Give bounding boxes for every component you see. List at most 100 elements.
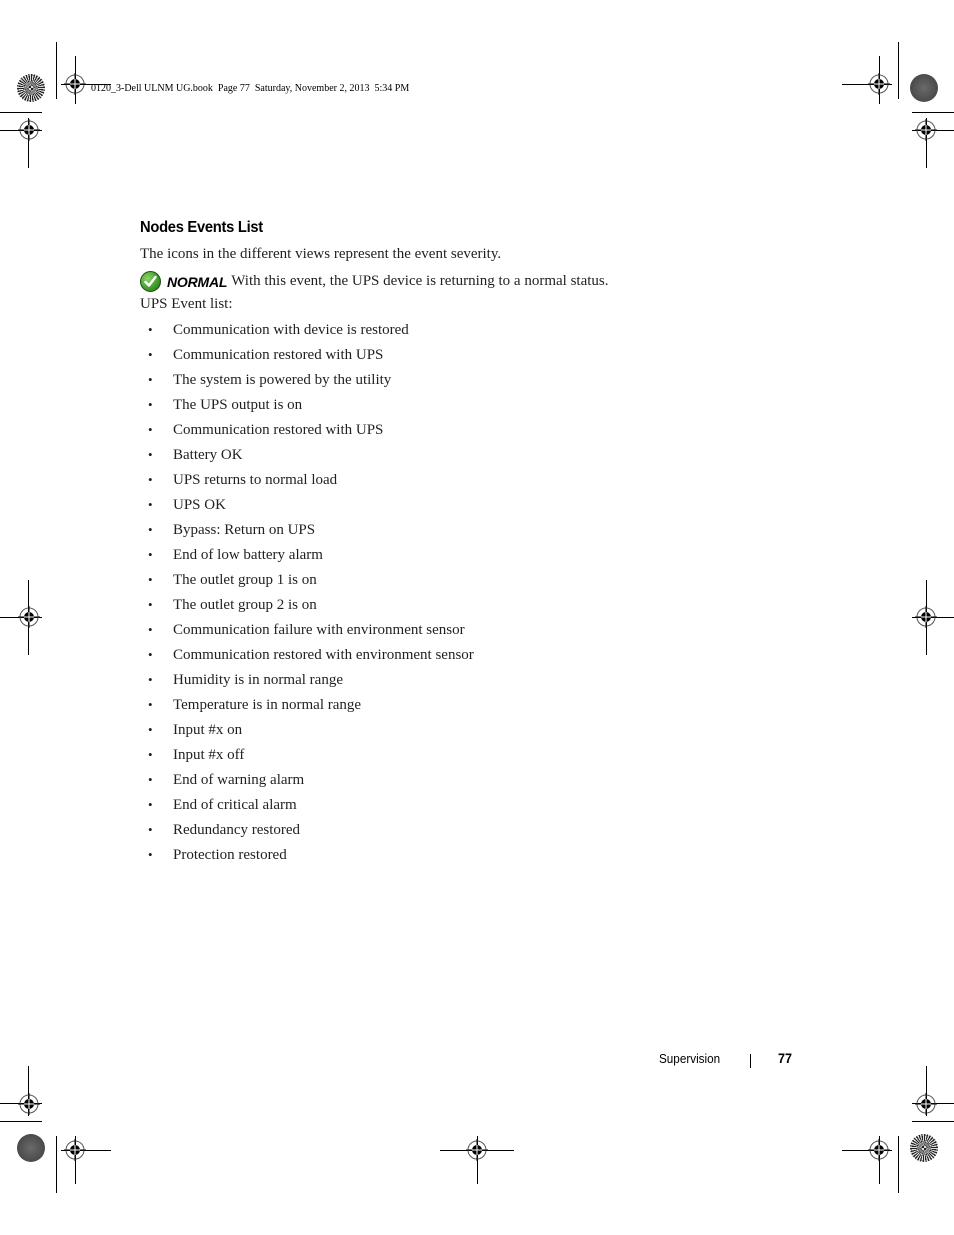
list-item: • End of warning alarm: [140, 770, 474, 795]
bullet-icon: •: [148, 572, 153, 587]
event-text: Humidity is in normal range: [173, 672, 343, 688]
event-text: UPS returns to normal load: [173, 472, 338, 488]
severity-label: NORMAL: [167, 273, 228, 290]
crop-mark: [898, 1136, 899, 1193]
color-bar-dot: [910, 1134, 938, 1162]
bullet-icon: •: [148, 747, 153, 762]
list-item: • End of low battery alarm: [140, 545, 474, 570]
registration-mark-icon: [18, 119, 40, 141]
list-item: • Battery OK: [140, 445, 474, 470]
event-text: End of critical alarm: [173, 797, 297, 813]
list-item: • Protection restored: [140, 845, 474, 870]
event-list-title: UPS Event list:: [140, 296, 233, 312]
bullet-icon: •: [148, 672, 153, 687]
bullet-icon: •: [148, 447, 153, 462]
event-text: The UPS output is on: [173, 397, 303, 413]
bullet-icon: •: [148, 497, 153, 512]
registration-mark-icon: [915, 606, 937, 628]
list-item: • UPS returns to normal load: [140, 470, 474, 495]
bullet-icon: •: [148, 422, 153, 437]
bullet-icon: •: [148, 322, 153, 337]
list-item: • Humidity is in normal range: [140, 670, 474, 695]
crop-mark: [56, 42, 57, 99]
list-item: • Communication with device is restored: [140, 320, 474, 345]
list-item: • UPS OK: [140, 495, 474, 520]
event-text: Redundancy restored: [173, 822, 301, 838]
severity-row: NORMAL With this event, the UPS device i…: [140, 271, 609, 292]
event-text: The outlet group 1 is on: [173, 572, 317, 588]
list-item: • Input #x on: [140, 720, 474, 745]
list-item: • Communication restored with UPS: [140, 420, 474, 445]
event-text: Battery OK: [173, 447, 243, 463]
list-item: • The UPS output is on: [140, 395, 474, 420]
bullet-icon: •: [148, 522, 153, 537]
event-text: Protection restored: [173, 847, 287, 863]
bullet-icon: •: [148, 622, 153, 637]
event-text: Temperature is in normal range: [173, 697, 362, 713]
event-text: Communication restored with UPS: [173, 347, 384, 363]
bullet-icon: •: [148, 347, 153, 362]
bullet-icon: •: [148, 797, 153, 812]
list-item: • Communication restored with environment…: [140, 645, 474, 670]
list-item: • The system is powered by the utility: [140, 370, 474, 395]
bullet-icon: •: [148, 472, 153, 487]
list-item: • Input #x off: [140, 745, 474, 770]
event-text: Communication restored with environment …: [173, 647, 474, 663]
list-item: • Redundancy restored: [140, 820, 474, 845]
intro-text: The icons in the different views represe…: [140, 246, 502, 262]
list-item: • End of critical alarm: [140, 795, 474, 820]
crop-mark: [0, 112, 42, 113]
registration-mark-icon: [18, 606, 40, 628]
event-text: The outlet group 2 is on: [173, 597, 317, 613]
list-item: • Temperature is in normal range: [140, 695, 474, 720]
color-bar-dot: [17, 74, 45, 102]
bullet-icon: •: [148, 397, 153, 412]
severity-description: With this event, the UPS device is retur…: [231, 273, 609, 289]
bullet-icon: •: [148, 597, 153, 612]
footer-divider: [750, 1054, 751, 1068]
event-text: The system is powered by the utility: [173, 372, 392, 388]
crop-mark: [56, 1136, 57, 1193]
bullet-icon: •: [148, 697, 153, 712]
color-bar-dot: [910, 74, 938, 102]
event-text: Communication with device is restored: [173, 322, 409, 338]
crop-mark: [0, 1121, 42, 1122]
event-text: Communication failure with environment s…: [173, 622, 465, 638]
event-text: End of low battery alarm: [173, 547, 323, 563]
registration-mark-icon: [64, 73, 86, 95]
bullet-icon: •: [148, 772, 153, 787]
list-item: • The outlet group 2 is on: [140, 595, 474, 620]
print-slug: 0120_3-Dell ULNM UG.book Page 77 Saturda…: [91, 83, 410, 94]
footer-chapter: Supervision: [659, 1051, 721, 1066]
event-text: Input #x off: [173, 747, 245, 763]
registration-mark-icon: [18, 1093, 40, 1115]
bullet-icon: •: [148, 847, 153, 862]
event-text: Input #x on: [173, 722, 243, 738]
registration-mark-icon: [915, 1093, 937, 1115]
event-text: End of warning alarm: [173, 772, 305, 788]
list-item: • Bypass: Return on UPS: [140, 520, 474, 545]
registration-mark-icon: [915, 119, 937, 141]
event-text: Communication restored with UPS: [173, 422, 384, 438]
bullet-icon: •: [148, 722, 153, 737]
green-checkmark-icon: [140, 271, 161, 292]
section-heading: Nodes Events List: [140, 219, 263, 236]
bullet-icon: •: [148, 647, 153, 662]
crop-mark: [912, 1121, 954, 1122]
registration-mark-icon: [466, 1139, 488, 1161]
event-text: Bypass: Return on UPS: [173, 522, 316, 538]
bullet-icon: •: [148, 372, 153, 387]
color-bar-dot: [17, 1134, 45, 1162]
crop-mark: [898, 42, 899, 99]
registration-mark-icon: [868, 73, 890, 95]
list-item: • Communication failure with environment …: [140, 620, 474, 645]
list-item: • The outlet group 1 is on: [140, 570, 474, 595]
registration-mark-icon: [868, 1139, 890, 1161]
bullet-icon: •: [148, 547, 153, 562]
list-item: • Communication restored with UPS: [140, 345, 474, 370]
registration-mark-icon: [64, 1139, 86, 1161]
crop-mark: [912, 112, 954, 113]
event-list: • Communication with device is restored • C…: [140, 320, 474, 870]
page-number: 77: [778, 1050, 793, 1066]
event-text: UPS OK: [173, 497, 226, 513]
